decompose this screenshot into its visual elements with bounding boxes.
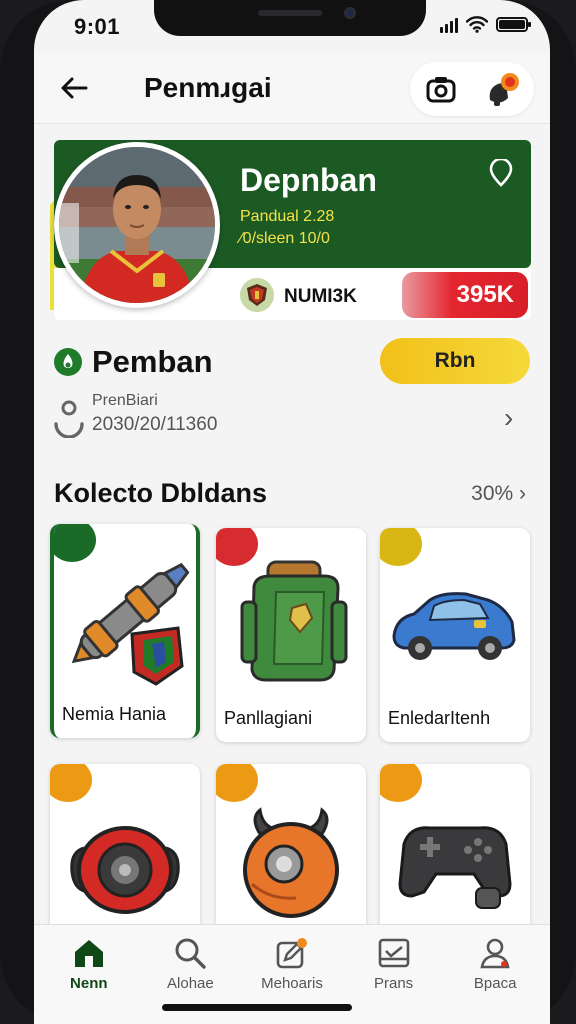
camera-icon xyxy=(426,77,456,103)
status-bar: 9:01 xyxy=(34,0,550,52)
card-label: EnledarItenh xyxy=(388,708,491,728)
profile-stat-line-1: Pandual 2.28 xyxy=(240,208,335,225)
player-action-button[interactable]: Rbn xyxy=(380,338,530,384)
battery-icon xyxy=(496,17,531,32)
front-camera xyxy=(344,7,356,19)
club-crest-icon xyxy=(240,278,274,312)
app-screen: 9:01 Penmɹgai Depnban Pandual 2.28 ⁄0/sl… xyxy=(34,0,550,1024)
club-name: NUMI3K xyxy=(284,286,357,307)
header-actions xyxy=(410,62,534,116)
collection-progress: 30% xyxy=(471,482,514,505)
market-value: 395K xyxy=(456,281,514,308)
back-button[interactable] xyxy=(54,68,94,108)
nav-label: Nenn xyxy=(70,975,108,992)
inbox-icon xyxy=(376,935,412,971)
info-value: 2030/20/11360 xyxy=(92,414,218,435)
profile-badge-button[interactable] xyxy=(483,69,523,109)
search-icon xyxy=(172,935,208,971)
home-indicator[interactable] xyxy=(162,1004,352,1011)
card-label: Nemia Hania xyxy=(62,704,167,724)
collection-title: Kolecto Dbldans xyxy=(54,478,268,508)
app-header: Penmɹgai xyxy=(34,52,550,124)
backpack-icon xyxy=(240,560,348,682)
player-avatar[interactable] xyxy=(54,142,220,308)
baton-shield-icon xyxy=(71,562,190,686)
profile-badge-icon xyxy=(489,73,519,106)
profile-card: Depnban Pandual 2.28 ⁄0/sleen 10/0 NUMI3… xyxy=(50,140,532,320)
collection-card-car[interactable]: EnledarItenh xyxy=(380,528,530,742)
collection-card-disc[interactable] xyxy=(50,764,200,934)
info-label: PrenBiari xyxy=(92,392,158,409)
status-icons xyxy=(440,16,531,33)
arrow-left-icon xyxy=(61,77,88,99)
nav-label: Prans xyxy=(373,975,414,992)
profile-icon xyxy=(477,935,513,971)
card-label: Panllagiani xyxy=(224,708,313,728)
edit-badge-icon xyxy=(274,935,310,971)
gamepad-icon xyxy=(398,826,512,909)
stopwatch-icon xyxy=(54,400,84,438)
location-pin-button[interactable] xyxy=(486,158,516,188)
page-title: Penmɹgai xyxy=(144,72,272,103)
collection-card-orb[interactable] xyxy=(216,764,366,934)
nav-item-home[interactable]: Nenn xyxy=(41,925,137,1024)
speaker-grille xyxy=(258,10,322,16)
camera-notch xyxy=(154,0,426,36)
profile-name: Depnban xyxy=(240,162,377,198)
orb-gadget-icon xyxy=(243,807,339,918)
chevron-right-icon[interactable]: › xyxy=(504,402,513,434)
camera-button[interactable] xyxy=(421,69,461,109)
nav-label: Mehoaris xyxy=(261,975,323,992)
collection-card-baton[interactable]: Nemia Hania xyxy=(50,524,200,738)
location-pin-icon xyxy=(489,159,513,187)
profile-stat-line-2: ⁄0/sleen 10/0 xyxy=(240,230,330,247)
player-status-icon xyxy=(54,348,82,376)
player-photo xyxy=(59,147,215,303)
collection-progress-link[interactable]: 30% › xyxy=(471,482,526,506)
cellular-signal-icon xyxy=(440,17,458,33)
disc-gadget-icon xyxy=(70,826,180,914)
car-icon xyxy=(392,592,516,660)
home-icon xyxy=(71,935,107,971)
collection-card-gamepad[interactable] xyxy=(380,764,530,934)
player-name: Pemban xyxy=(92,344,213,379)
player-summary: Pemban Rbn PrenBiari 2030/20/11360 › xyxy=(34,336,550,440)
status-time: 9:01 xyxy=(74,14,121,39)
nav-label: Alohae xyxy=(167,975,214,992)
collection-card-backpack[interactable]: Panllagiani xyxy=(216,528,366,742)
wifi-icon xyxy=(466,16,488,33)
nav-label: Bpaca xyxy=(473,975,517,992)
nav-item-inbox[interactable]: Prans xyxy=(346,925,442,1024)
nav-item-profile[interactable]: Bpaca xyxy=(447,925,543,1024)
market-value-badge[interactable]: 395K xyxy=(402,272,528,318)
